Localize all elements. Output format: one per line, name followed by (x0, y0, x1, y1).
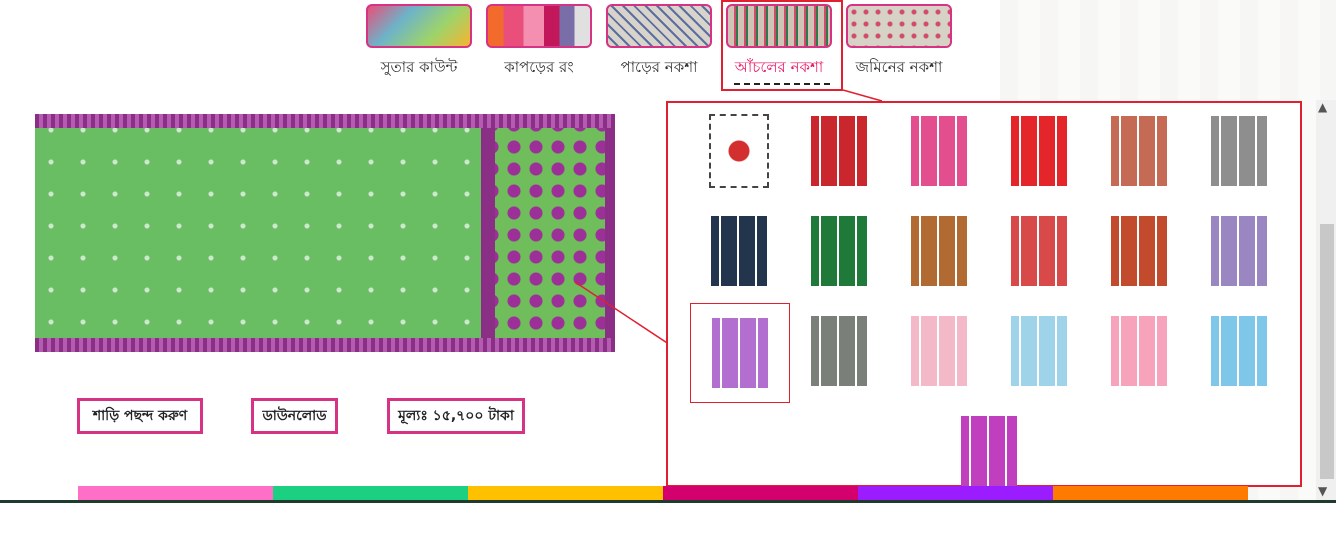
pattern-swatch-icon (1011, 316, 1067, 386)
download-button[interactable]: ডাউনলোড (251, 398, 338, 434)
border-pattern-thumbnail-icon (606, 4, 712, 48)
pattern-swatch-icon (1011, 216, 1067, 286)
jamin-pattern-thumbnail-icon (846, 4, 952, 48)
tab-label: জমিনের নকশা (855, 58, 943, 76)
tab-fabric-color[interactable]: কাপড়ের রং (486, 4, 592, 81)
tab-jamin-pattern[interactable]: জমিনের নকশা (846, 4, 952, 81)
color-strip-segment (78, 486, 273, 500)
color-strip-segment (468, 486, 663, 500)
tab-label: সুতার কাউন্ট (380, 58, 458, 76)
pattern-swatch-icon (712, 318, 768, 388)
tab-label: কাপড়ের রং (504, 58, 574, 76)
pattern-tile-grey-medallion[interactable] (1198, 111, 1280, 191)
saree-preview (35, 114, 615, 352)
tab-connector-line (842, 89, 883, 102)
pattern-swatch-icon (811, 116, 867, 186)
pattern-swatch-icon (811, 216, 867, 286)
color-strip (78, 486, 1248, 500)
pattern-tile-purple-white[interactable] (690, 303, 790, 403)
pattern-swatch-icon (709, 114, 769, 188)
pattern-tile-light-pink[interactable] (898, 311, 980, 391)
saree-anchal (481, 114, 615, 352)
fabric-colors-thumbnail-icon (486, 4, 592, 48)
pattern-swatch-icon (1211, 216, 1267, 286)
active-tab-underline (734, 83, 830, 85)
pattern-tile-red-plain[interactable] (998, 111, 1080, 191)
anchal-pattern-gallery (666, 101, 1302, 487)
pattern-swatch-icon (1111, 116, 1167, 186)
footer-divider (0, 500, 1336, 503)
choose-saree-button[interactable]: শাড়ি পছন্দ করুণ (77, 398, 203, 434)
pattern-tile-pink-lattice[interactable] (1098, 311, 1180, 391)
pattern-tile-grey-white[interactable] (798, 311, 880, 391)
scrollbar-thumb[interactable] (1320, 224, 1334, 479)
pattern-tile-navy-gold[interactable] (698, 211, 780, 291)
price-button[interactable]: মূল্যঃ ১৫,৭০০ টাকা (387, 398, 525, 434)
pattern-tile-magenta-geo[interactable] (948, 411, 1030, 491)
pattern-tile-blue-lattice[interactable] (1198, 311, 1280, 391)
saree-body (35, 114, 485, 352)
pattern-tile-cream-red-floral[interactable] (1098, 111, 1180, 191)
pattern-swatch-icon (1211, 116, 1267, 186)
pattern-tile-pink-paisley[interactable] (898, 111, 980, 191)
tab-border-pattern[interactable]: পাড়ের নকশা (606, 4, 712, 81)
tab-thread-count[interactable]: সুতার কাউন্ট (366, 4, 472, 81)
color-strip-segment (858, 486, 1053, 500)
pattern-swatch-icon (1111, 216, 1167, 286)
pattern-tile-green-lattice[interactable] (798, 211, 880, 291)
pattern-swatch-icon (961, 416, 1017, 486)
scroll-up-icon[interactable]: ▲ (1318, 100, 1327, 114)
pattern-swatch-icon (711, 216, 767, 286)
pattern-tile-lavender-geo[interactable] (1198, 211, 1280, 291)
pattern-tile-logo-tile[interactable] (698, 111, 780, 191)
pattern-tile-brown-diamond[interactable] (898, 211, 980, 291)
pattern-swatch-icon (911, 316, 967, 386)
pattern-swatch-icon (1211, 316, 1267, 386)
saree-border-bottom (35, 338, 615, 352)
scroll-down-icon[interactable]: ▼ (1318, 484, 1327, 498)
active-tab-highlight (721, 0, 843, 91)
pattern-tile-red-paisley[interactable] (798, 111, 880, 191)
pattern-swatch-icon (1111, 316, 1167, 386)
pattern-swatch-icon (911, 216, 967, 286)
yarn-thumbnail-icon (366, 4, 472, 48)
pattern-tile-red-teal-block[interactable] (998, 211, 1080, 291)
pattern-tile-light-blue[interactable] (998, 311, 1080, 391)
color-strip-segment (663, 486, 858, 500)
color-strip-segment (273, 486, 468, 500)
color-strip-segment (1053, 486, 1248, 500)
pattern-tile-rust-stripe[interactable] (1098, 211, 1180, 291)
pattern-swatch-icon (811, 316, 867, 386)
pattern-swatch-icon (911, 116, 967, 186)
saree-border-top (35, 114, 615, 128)
pattern-swatch-icon (1011, 116, 1067, 186)
tab-label: পাড়ের নকশা (620, 58, 698, 76)
